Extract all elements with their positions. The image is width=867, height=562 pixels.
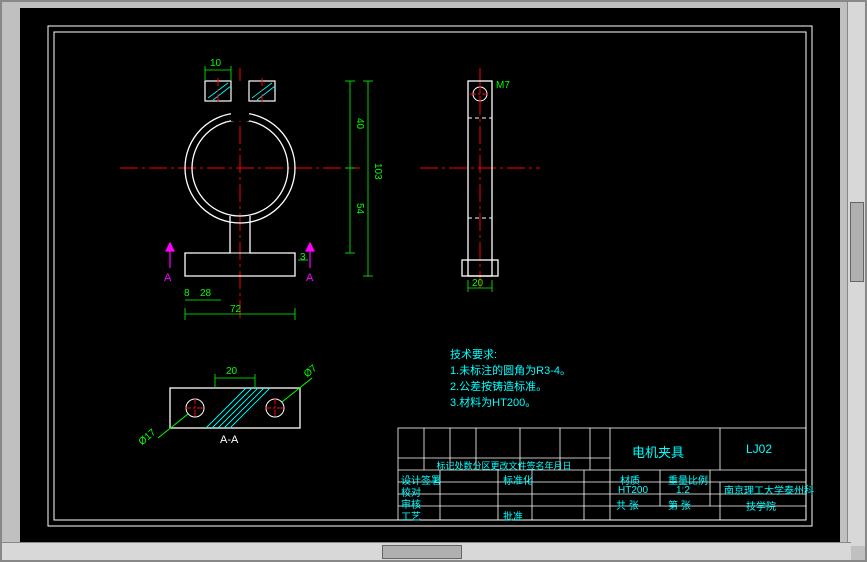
scrollbar-thumb-h[interactable] xyxy=(382,545,462,559)
tb-material: HT200 xyxy=(618,485,648,496)
tb-approve: 批准 xyxy=(503,508,523,523)
tb-dwgno: LJ02 xyxy=(746,442,772,456)
notes-line1: 1.未标注的圆角为R3-4。 xyxy=(450,362,571,378)
tb-page: 第 张 xyxy=(668,497,691,512)
tb-org2: 技学院 xyxy=(746,498,776,513)
dim-8: 8 xyxy=(184,288,190,299)
horizontal-scrollbar[interactable] xyxy=(2,542,851,560)
dim-m7: M7 xyxy=(496,80,510,91)
front-view xyxy=(120,68,360,318)
section-arrow-a-right: A xyxy=(306,272,313,284)
side-view xyxy=(420,68,540,288)
notes-line3: 3.材料为HT200。 xyxy=(450,394,536,410)
scrollbar-thumb-v[interactable] xyxy=(850,202,864,282)
dim-72: 72 xyxy=(230,304,241,315)
dim-54: 54 xyxy=(354,203,365,214)
drawing-canvas[interactable]: 10 M7 40 103 54 8 28 72 3 20 20 Ø17 Ø7 A… xyxy=(20,8,840,542)
dim-28: 28 xyxy=(200,288,211,299)
notes-line2: 2.公差按铸造标准。 xyxy=(450,378,547,394)
dim-10: 10 xyxy=(210,58,221,69)
dim-3: 3 xyxy=(300,252,306,263)
tb-common: 共 张 xyxy=(616,497,639,512)
tb-partname: 电机夹具 xyxy=(632,442,684,461)
tb-scale: 1:2 xyxy=(676,485,690,496)
dim-40: 40 xyxy=(354,118,365,129)
dim-sec20: 20 xyxy=(226,366,237,377)
tb-std: 标准化 xyxy=(503,472,533,487)
tb-org: 南京理工大学泰州科 xyxy=(724,482,814,497)
section-aa xyxy=(158,378,312,438)
section-label: A-A xyxy=(220,434,238,446)
tb-rowheaders: 标记处数分区更改文件签名年月日 xyxy=(398,459,610,472)
dim-side20: 20 xyxy=(472,278,483,289)
tb-process: 工艺 xyxy=(401,508,421,523)
cad-window: 10 M7 40 103 54 8 28 72 3 20 20 Ø17 Ø7 A… xyxy=(0,0,867,562)
notes-title: 技术要求: xyxy=(450,346,497,362)
vertical-scrollbar[interactable] xyxy=(847,2,865,546)
section-arrow-a-left: A xyxy=(164,272,171,284)
title-block-grid xyxy=(398,428,806,520)
dim-103: 103 xyxy=(372,163,383,180)
